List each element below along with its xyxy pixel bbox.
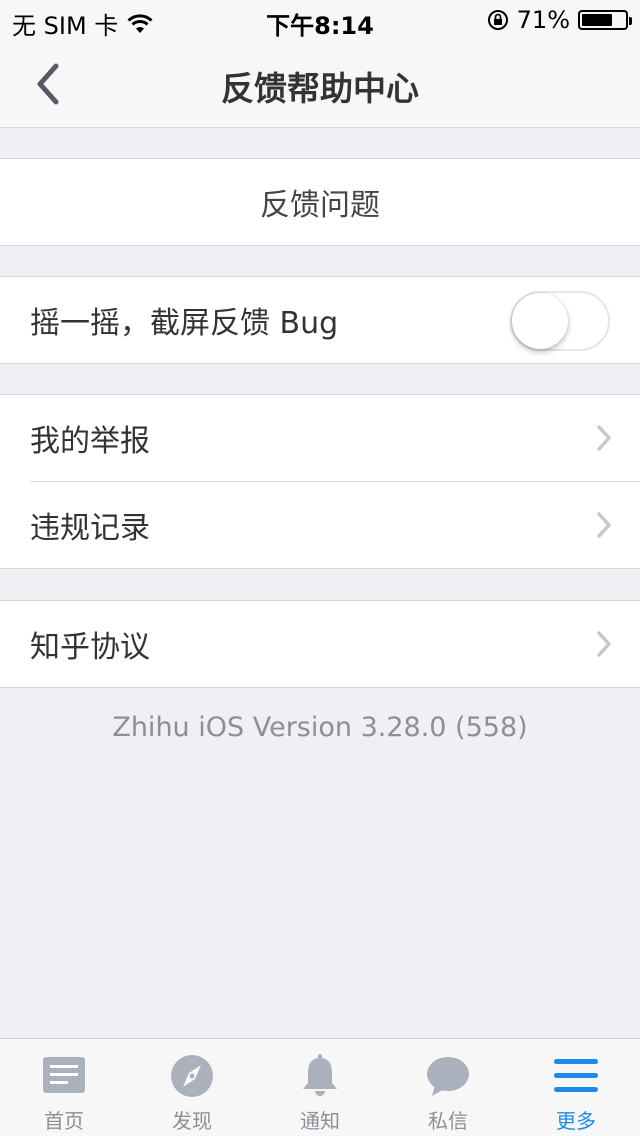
chevron-right-icon <box>597 425 611 451</box>
tab-label: 更多 <box>556 1109 596 1133</box>
menu-icon <box>554 1059 598 1092</box>
toggle-knob <box>512 293 568 349</box>
shake-label: 摇一摇，截屏反馈 Bug <box>30 306 339 341</box>
battery-fill <box>582 14 612 26</box>
tab-label: 私信 <box>428 1109 468 1133</box>
list-item-label: 违规记录 <box>30 511 150 546</box>
tab-home[interactable]: 首页 <box>0 1039 128 1136</box>
tab-notifications[interactable]: 通知 <box>256 1039 384 1136</box>
list-item-label: 知乎协议 <box>30 630 150 665</box>
page-title: 反馈帮助中心 <box>221 69 419 108</box>
chat-bubble-icon <box>427 1057 469 1096</box>
tab-bar: 首页 发现 通知 私信 更多 <box>0 1038 640 1136</box>
status-right: 71% <box>487 6 632 34</box>
list-item-zhihu-agreement[interactable]: 知乎协议 <box>0 601 640 687</box>
compass-icon <box>171 1055 213 1097</box>
list-item-violation-records[interactable]: 违规记录 <box>30 481 640 568</box>
chevron-right-icon <box>597 512 611 538</box>
shake-row: 摇一摇，截屏反馈 Bug <box>0 277 640 363</box>
list-item-label: 我的举报 <box>30 424 150 459</box>
tab-discover[interactable]: 发现 <box>128 1039 256 1136</box>
version-text: Zhihu iOS Version 3.28.0 (558) <box>112 712 528 743</box>
feedback-row[interactable]: 反馈问题 <box>0 159 640 245</box>
tab-more[interactable]: 更多 <box>512 1039 640 1136</box>
orientation-lock-icon <box>487 10 508 30</box>
list-item-my-reports[interactable]: 我的举报 <box>0 395 640 481</box>
shake-group: 摇一摇，截屏反馈 Bug <box>0 276 640 364</box>
tab-label: 通知 <box>300 1109 340 1133</box>
reports-group: 我的举报 违规记录 <box>0 394 640 569</box>
shake-toggle[interactable] <box>510 291 610 351</box>
battery-percent: 71% <box>516 6 570 34</box>
status-bar: 无 SIM 卡 下午8:14 71% <box>0 0 640 40</box>
battery-icon <box>578 10 632 30</box>
tab-label: 首页 <box>44 1109 84 1133</box>
feedback-label: 反馈问题 <box>260 188 380 223</box>
feedback-group: 反馈问题 <box>0 158 640 246</box>
chevron-right-icon <box>597 631 611 657</box>
navigation-bar: 反馈帮助中心 <box>0 40 640 128</box>
tab-messages[interactable]: 私信 <box>384 1039 512 1136</box>
home-feed-icon <box>43 1057 85 1093</box>
tab-label: 发现 <box>172 1109 212 1133</box>
agreement-group: 知乎协议 <box>0 600 640 688</box>
bell-icon <box>303 1054 337 1096</box>
